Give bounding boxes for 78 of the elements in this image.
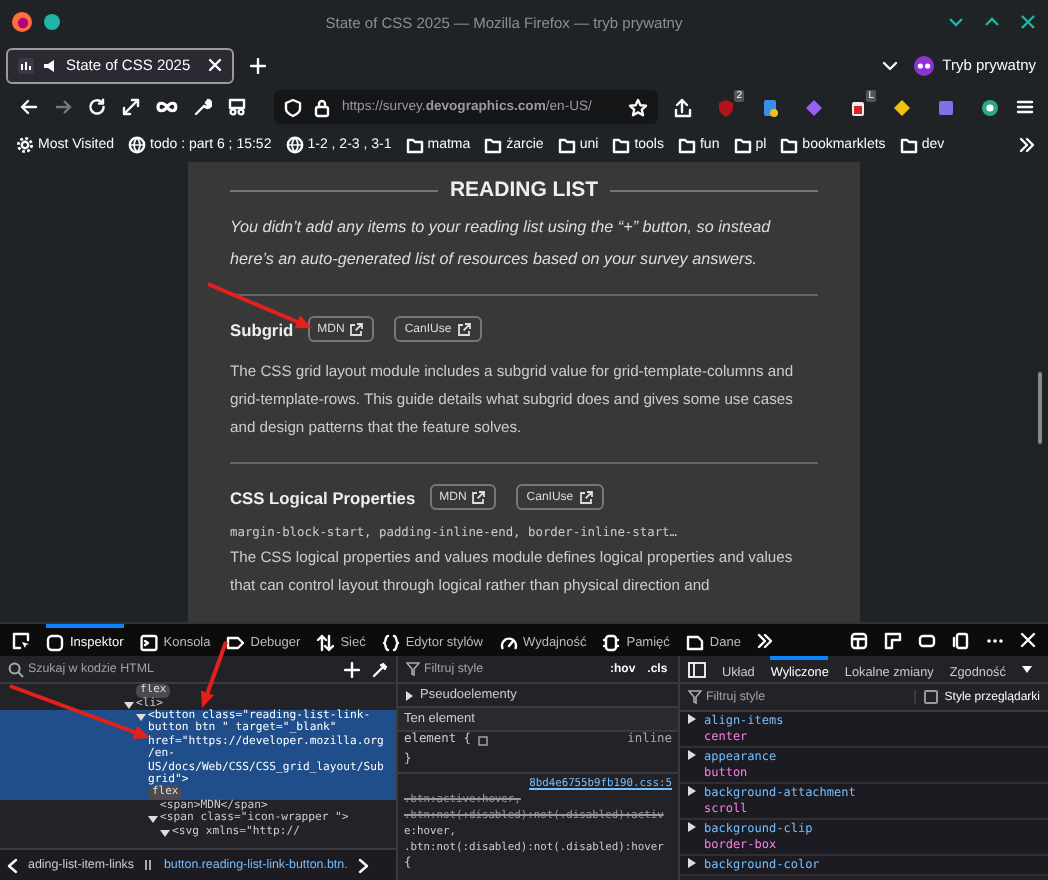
extension-icon[interactable] [760,97,780,117]
chart-favicon-icon [18,57,34,73]
phone-icon[interactable] [952,631,970,649]
globe-icon [128,136,146,154]
expand-triangle-icon[interactable] [688,858,696,868]
item-title: CSS Logical Properties [230,487,416,507]
star-icon[interactable] [628,97,648,117]
inspector-icon [46,633,64,651]
forward-icon [54,98,72,116]
close-icon[interactable] [1020,14,1036,30]
eyedropper-icon[interactable] [372,661,388,677]
firefox-logo-icon [12,12,32,32]
expand-triangle-icon[interactable] [688,714,696,724]
funnel-icon [688,690,702,704]
extension-icon[interactable] [848,97,868,117]
storage-icon [685,633,704,651]
expand-triangle-icon[interactable] [688,750,696,760]
external-link-icon [470,489,487,505]
expand-triangle-icon[interactable] [688,822,696,832]
expand-icon[interactable] [122,98,140,116]
folder-icon [405,136,424,154]
globe-icon [285,136,304,154]
chevrons-icon[interactable] [1018,136,1036,154]
external-link-icon [577,489,594,505]
checkbox-icon[interactable] [477,735,488,745]
reload-icon[interactable] [88,98,106,116]
network-icon [316,633,335,651]
panels-icon[interactable] [884,631,902,649]
speaker-icon[interactable] [42,57,58,73]
folder-icon [557,136,576,154]
sidebar-toggle-icon[interactable] [688,661,706,677]
scrollbar-thumb[interactable] [1038,372,1042,444]
folder-icon [780,136,799,154]
search-icon [8,661,24,677]
external-link-icon [455,321,472,337]
lock-icon [314,97,330,117]
external-link-icon [348,321,365,337]
menu-icon[interactable] [1016,98,1034,116]
chevron-left-icon[interactable] [6,857,18,873]
share-icon[interactable] [674,97,692,117]
console-icon [139,633,158,651]
style-icon [381,633,400,651]
node-icon [143,858,154,872]
new-tab-icon[interactable] [250,57,266,73]
gear-icon [16,136,34,154]
shield-icon[interactable] [284,97,302,117]
section-heading: READING LIST [449,178,599,202]
debugger-icon [226,633,245,651]
chevrons-icon[interactable] [756,631,775,649]
folder-icon [677,136,696,154]
mask-icon [914,55,935,75]
maximize-icon[interactable] [984,14,1000,30]
folder-icon [484,136,503,154]
collapsed-triangle-icon [404,689,414,701]
folder-icon [899,136,918,154]
minimize-icon[interactable] [948,14,964,30]
back-icon[interactable] [20,98,38,116]
intro-text: You didn’t add any items to your reading list using the “+” button, so instead here’s an auto-generated list of resources based on your survey answers. [230,216,773,272]
infinity-icon[interactable] [156,98,178,116]
add-icon[interactable] [344,661,360,677]
extension-icon[interactable] [892,97,912,117]
wrench-icon[interactable] [194,98,212,116]
dock-icon[interactable] [918,631,936,649]
perf-icon [499,633,517,651]
funnel-icon [406,662,420,676]
checkbox[interactable] [924,690,939,704]
folder-icon [733,136,752,154]
memory-icon [602,633,621,651]
item-title: Subgrid [230,319,294,339]
chevron-right-icon[interactable] [357,857,370,873]
chevron-down-icon[interactable] [882,57,899,73]
expand-triangle-icon[interactable] [688,786,696,796]
dropdown-icon[interactable] [1021,665,1032,673]
folder-icon [612,136,631,154]
layout-icon[interactable] [850,631,868,649]
extension-icon[interactable] [980,97,1000,117]
dot-icon [44,14,60,30]
element-picker-icon[interactable] [12,631,30,649]
